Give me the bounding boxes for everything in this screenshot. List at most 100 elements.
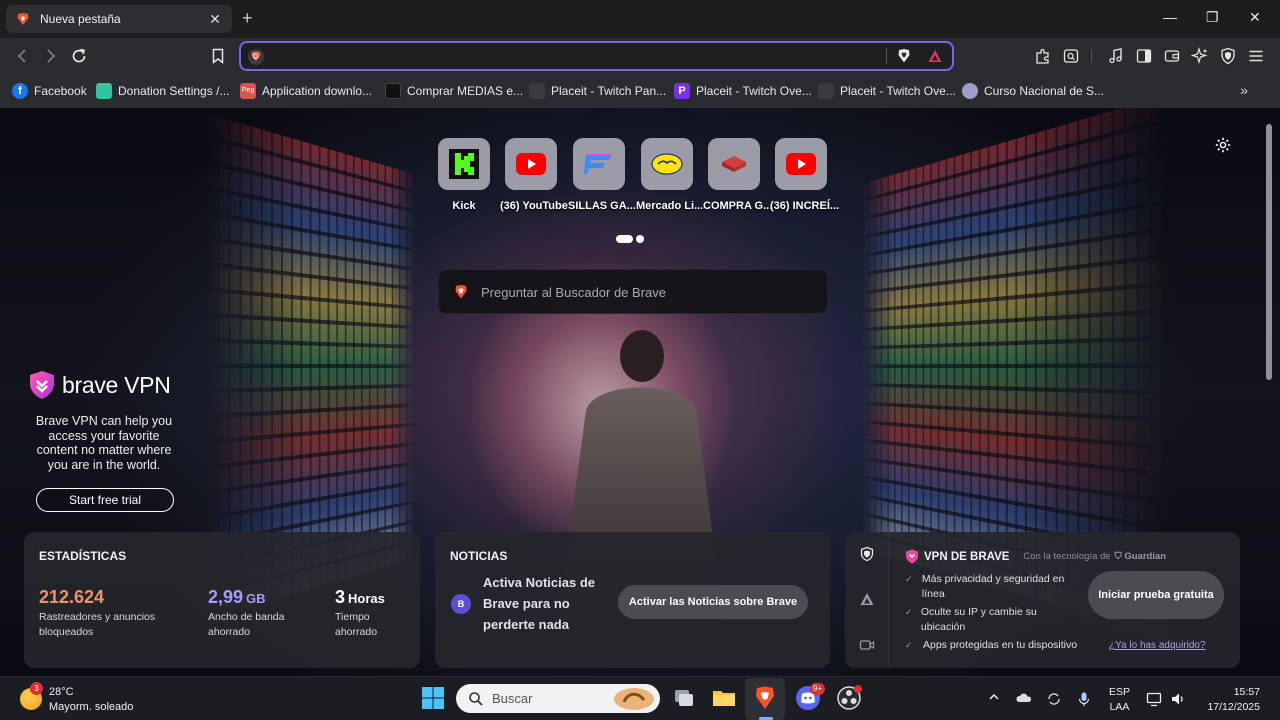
sillas-icon [584, 154, 612, 174]
show-hidden-icons[interactable] [988, 691, 1000, 706]
bookmark-button[interactable] [209, 47, 227, 65]
page-scrollbar[interactable] [1264, 108, 1274, 676]
widget-vpn-tab[interactable] [859, 546, 875, 562]
top-site-icon-box [708, 138, 760, 190]
reload-button[interactable] [70, 47, 88, 65]
youtube-icon [786, 153, 816, 175]
bookmark-curso-nacional[interactable]: Curso Nacional de S... [962, 83, 1104, 99]
top-site-tile[interactable]: Kick [433, 138, 495, 212]
top-site-tile[interactable]: (36) INCREÍ... [770, 138, 840, 212]
facebook-icon: f [12, 83, 28, 99]
bookmark-label: Placeit - Twitch Ove... [696, 84, 812, 98]
activate-news-button[interactable]: Activar las Noticias sobre Brave [618, 585, 808, 619]
vpn-already-purchased-link[interactable]: ¿Ya lo has adquirido? [1109, 640, 1206, 651]
weather-widget[interactable]: 3 28°C Mayorm. soleado [20, 682, 133, 715]
top-site-tile[interactable]: (36) YouTube [500, 138, 568, 212]
search-placeholder: Preguntar al Buscador de Brave [481, 285, 666, 300]
stat-time-unit: Horas [348, 591, 385, 606]
weather-sun-icon: 3 [20, 682, 43, 710]
wallet-icon[interactable] [1163, 47, 1181, 65]
stat-time-value: 3 Horas [335, 587, 395, 608]
search-engine-icon [248, 49, 264, 65]
brave-search-box[interactable]: Preguntar al Buscador de Brave [438, 269, 828, 314]
sync-icon[interactable] [1046, 691, 1062, 707]
stat-trackers: 212.624 Rastreadores y anuncios bloquead… [39, 587, 164, 640]
system-clock[interactable]: 15:57 17/12/2025 [1200, 685, 1260, 715]
notification-badge: 3 [30, 682, 43, 695]
shield-icon [860, 546, 874, 562]
bookmark-donation-settings[interactable]: Donation Settings /... [96, 83, 229, 99]
widget-talk-tab[interactable] [859, 637, 875, 653]
bookmark-facebook[interactable]: f Facebook [12, 83, 87, 99]
volume-icon[interactable] [1170, 691, 1186, 707]
tab-close-icon[interactable]: ✕ [208, 11, 222, 28]
back-button[interactable] [14, 47, 32, 65]
youtube-icon [516, 153, 546, 175]
brave-search-icon [455, 285, 467, 299]
onedrive-icon[interactable] [1016, 691, 1032, 705]
placeit-icon [529, 83, 545, 99]
extensions-icon[interactable] [1034, 47, 1052, 65]
microphone-icon[interactable] [1077, 691, 1091, 707]
leo-ai-icon[interactable] [1191, 47, 1209, 65]
brave-shields-icon[interactable] [896, 48, 912, 64]
address-bar[interactable] [239, 41, 954, 71]
tab-nueva-pestana[interactable]: Nueva pestaña ✕ [6, 5, 232, 33]
vpn-card-header: VPN DE BRAVE Con la tecnología de ⛉ Guar… [905, 549, 1166, 564]
vpn-start-trial-button[interactable]: Iniciar prueba gratuita [1088, 571, 1224, 619]
bookmark-placeit-3[interactable]: Placeit - Twitch Ove... [818, 83, 956, 99]
settings-gear-icon[interactable] [1214, 136, 1232, 154]
file-explorer-icon[interactable] [711, 685, 737, 711]
windows-start-icon[interactable] [420, 685, 446, 711]
minimize-button[interactable]: — [1163, 9, 1177, 25]
vpn-shield-icon[interactable] [1219, 47, 1237, 65]
top-site-tile[interactable]: Mercado Li... [636, 138, 703, 212]
top-site-label: COMPRA G... [703, 200, 773, 212]
stats-title: ESTADÍSTICAS [39, 549, 127, 563]
new-tab-page: Kick (36) YouTube SILLAS GA... Mercado L… [0, 108, 1280, 676]
vpn-feature-text: Apps protegidas en tu dispositivo [923, 639, 1078, 651]
top-site-tile[interactable]: SILLAS GA... [568, 138, 636, 212]
network-icon[interactable] [1146, 691, 1162, 707]
taskbar-search[interactable]: Buscar [456, 684, 660, 713]
sidebar-icon[interactable] [1135, 47, 1153, 65]
input-language[interactable]: ESP LAA [1109, 685, 1130, 715]
stats-card: ESTADÍSTICAS 212.624 Rastreadores y anun… [24, 532, 420, 668]
back-arrow-icon [17, 49, 26, 63]
kick-icon [449, 149, 479, 179]
brave-rewards-icon[interactable] [927, 48, 943, 64]
widget-rewards-tab[interactable] [859, 591, 875, 607]
placeit-icon [818, 83, 834, 99]
forward-button[interactable] [41, 47, 59, 65]
vpn-powered-by: Con la tecnología de [1023, 551, 1111, 562]
bookmarks-overflow-icon[interactable]: » [1240, 82, 1248, 98]
bookmark-label: Donation Settings /... [118, 84, 230, 98]
top-site-label: (36) INCREÍ... [770, 200, 840, 212]
task-view-icon[interactable] [671, 685, 697, 711]
maximize-button[interactable]: ❐ [1206, 9, 1219, 26]
bookmark-label: Placeit - Twitch Pan... [551, 84, 667, 98]
top-site-icon-box [641, 138, 693, 190]
new-tab-button[interactable]: + [242, 8, 253, 29]
page-dot[interactable] [636, 234, 644, 243]
address-input[interactable] [275, 47, 875, 67]
start-free-trial-button[interactable]: Start free trial [36, 488, 174, 512]
top-site-tile[interactable]: COMPRA G... [703, 138, 773, 212]
bookmark-comprar-medias[interactable]: Comprar MEDIAS e... [385, 83, 523, 99]
brave-browser-icon[interactable] [752, 685, 778, 711]
close-window-button[interactable]: ✕ [1249, 9, 1261, 26]
scrollbar-thumb[interactable] [1266, 124, 1272, 380]
menu-icon[interactable] [1247, 47, 1265, 65]
bookmark-label: Facebook [34, 84, 87, 98]
reader-mode-icon[interactable] [1062, 47, 1080, 65]
language-code: ESP [1109, 686, 1131, 698]
taskbar-search-label: Buscar [492, 691, 533, 706]
bookmark-placeit-2[interactable]: P Placeit - Twitch Ove... [674, 83, 812, 99]
page-dot-active[interactable] [616, 234, 633, 243]
bookmark-placeit-1[interactable]: Placeit - Twitch Pan... [529, 83, 666, 99]
music-icon[interactable] [1107, 47, 1125, 65]
bookmarks-bar: f Facebook Donation Settings /... Peg Ap… [0, 74, 1280, 108]
bookmark-icon [212, 48, 224, 65]
brave-vpn-shield-icon [906, 549, 918, 564]
bookmark-application-download[interactable]: Peg Application downlo... [240, 83, 372, 99]
